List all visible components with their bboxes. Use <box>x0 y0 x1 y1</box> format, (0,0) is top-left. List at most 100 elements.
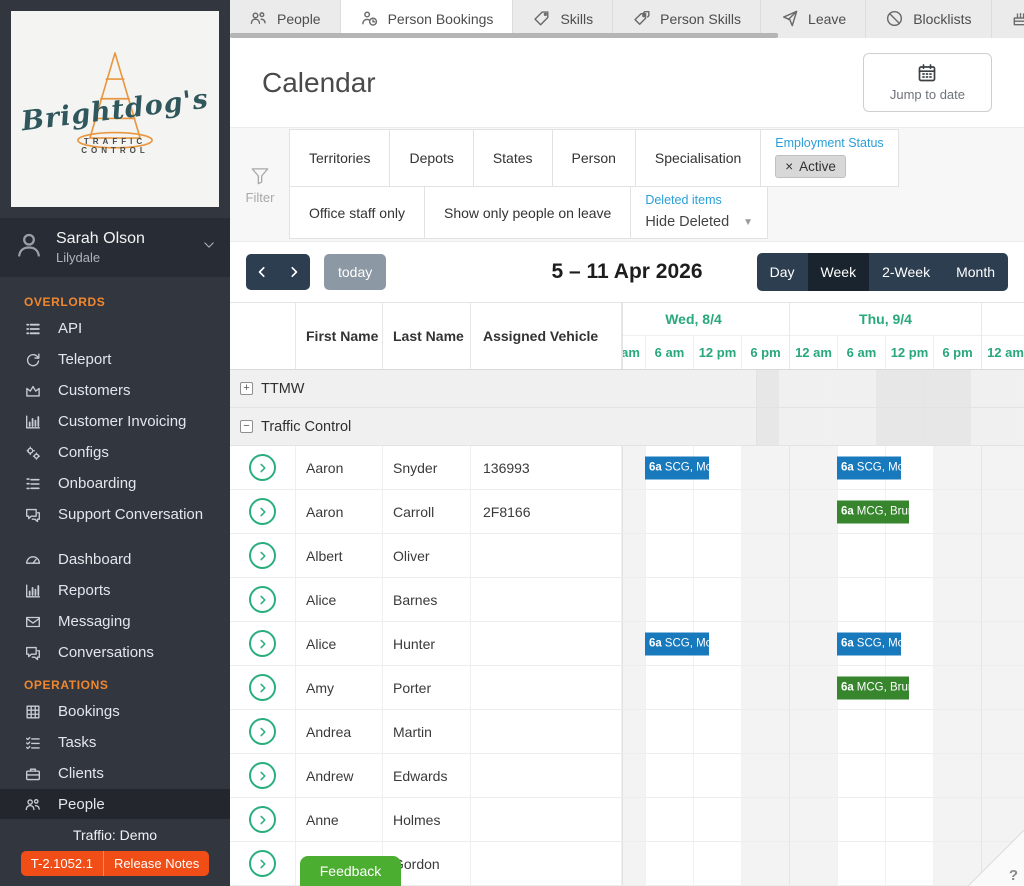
calendar-cell[interactable] <box>756 408 779 445</box>
calendar-cell[interactable] <box>1019 408 1024 445</box>
calendar-cell[interactable] <box>645 710 693 753</box>
calendar-cell[interactable] <box>885 534 933 577</box>
expand-person-button[interactable] <box>249 718 276 745</box>
filter-button-depots[interactable]: Depots <box>389 129 473 187</box>
group-row-traffic-control[interactable]: −Traffic Control <box>230 408 1024 446</box>
calendar-cell[interactable] <box>622 622 645 665</box>
calendar-cell[interactable] <box>933 754 981 797</box>
expand-person-button[interactable] <box>249 850 276 877</box>
calendar-cell[interactable] <box>981 534 1024 577</box>
view-button-2-week[interactable]: 2-Week <box>869 253 943 291</box>
calendar-cell[interactable] <box>693 798 741 841</box>
user-menu[interactable]: Sarah Olson Lilydale <box>0 218 230 277</box>
calendar-cell[interactable] <box>837 798 885 841</box>
jump-to-date-button[interactable]: Jump to date <box>863 53 992 112</box>
calendar-cell[interactable] <box>645 842 693 885</box>
calendar-cell[interactable] <box>837 710 885 753</box>
sidebar-item-onboarding[interactable]: Onboarding <box>0 468 230 499</box>
view-button-day[interactable]: Day <box>757 253 808 291</box>
booking-chip[interactable]: 6aSCG, Moore <box>837 632 901 655</box>
calendar-cell[interactable] <box>693 666 741 709</box>
calendar-cell[interactable] <box>933 490 981 533</box>
expand-person-button[interactable] <box>249 498 276 525</box>
calendar-cell[interactable] <box>885 754 933 797</box>
calendar-cell[interactable] <box>741 622 789 665</box>
calendar-cell[interactable] <box>981 490 1024 533</box>
sidebar-item-tasks[interactable]: Tasks <box>0 727 230 758</box>
calendar-cell[interactable] <box>693 490 741 533</box>
tab-birthdays[interactable]: Birthdays <box>992 0 1024 38</box>
calendar-cell[interactable] <box>741 842 789 885</box>
prev-week-button[interactable] <box>246 254 278 290</box>
company-logo[interactable]: Brightdog's TRAFFIC CONTROL <box>11 11 219 207</box>
calendar-cell[interactable] <box>741 798 789 841</box>
calendar-cell[interactable] <box>837 842 885 885</box>
calendar-cell[interactable] <box>741 666 789 709</box>
calendar-cell[interactable] <box>923 408 971 445</box>
calendar-cell[interactable] <box>693 842 741 885</box>
calendar-cell[interactable] <box>622 842 645 885</box>
employment-status-filter[interactable]: Employment Status × Active <box>760 129 898 187</box>
deleted-items-filter[interactable]: Deleted items Hide Deleted ▼ <box>630 186 768 239</box>
calendar-cell[interactable] <box>622 446 645 489</box>
filter-button-person[interactable]: Person <box>552 129 636 187</box>
expand-person-button[interactable] <box>249 674 276 701</box>
expand-person-button[interactable] <box>249 454 276 481</box>
calendar-cell[interactable] <box>779 370 827 407</box>
booking-chip[interactable]: 6aMCG, Brunton <box>837 500 909 523</box>
calendar-cell[interactable] <box>827 370 875 407</box>
calendar-cell[interactable] <box>933 622 981 665</box>
calendar-cell[interactable] <box>622 534 645 577</box>
tab-blocklists[interactable]: Blocklists <box>866 0 991 38</box>
booking-chip[interactable]: 6aMCG, Brunton <box>837 676 909 699</box>
calendar-cell[interactable] <box>789 534 837 577</box>
calendar-cell[interactable] <box>622 798 645 841</box>
calendar-cell[interactable] <box>885 842 933 885</box>
calendar-cell[interactable] <box>981 666 1024 709</box>
calendar-cell[interactable] <box>693 534 741 577</box>
sidebar-item-conversations[interactable]: Conversations <box>0 637 230 668</box>
calendar-cell[interactable] <box>933 534 981 577</box>
calendar-cell[interactable] <box>622 666 645 709</box>
calendar-cell[interactable] <box>837 754 885 797</box>
calendar-cell[interactable] <box>885 578 933 621</box>
expand-toggle-icon[interactable]: + <box>240 382 253 395</box>
calendar-cell[interactable] <box>789 842 837 885</box>
calendar-cell[interactable] <box>622 578 645 621</box>
calendar-cell[interactable] <box>933 710 981 753</box>
calendar-cell[interactable] <box>981 446 1024 489</box>
calendar-cell[interactable] <box>741 534 789 577</box>
expand-person-button[interactable] <box>249 542 276 569</box>
calendar-cell[interactable] <box>933 798 981 841</box>
calendar-cell[interactable] <box>789 622 837 665</box>
calendar-cell[interactable] <box>885 798 933 841</box>
calendar-cell[interactable] <box>971 408 1019 445</box>
expand-person-button[interactable] <box>249 630 276 657</box>
expand-person-button[interactable] <box>249 762 276 789</box>
calendar-cell[interactable] <box>837 578 885 621</box>
calendar-cell[interactable] <box>789 490 837 533</box>
filter-button-office-staff-only[interactable]: Office staff only <box>289 186 425 239</box>
filter-button-states[interactable]: States <box>473 129 553 187</box>
calendar-cell[interactable] <box>622 490 645 533</box>
today-button[interactable]: today <box>324 254 386 290</box>
calendar-cell[interactable] <box>827 408 875 445</box>
calendar-cell[interactable] <box>741 446 789 489</box>
booking-chip[interactable]: 6aSCG, Moore <box>645 632 709 655</box>
employment-status-chip[interactable]: × Active <box>775 155 846 178</box>
calendar-cell[interactable] <box>981 710 1024 753</box>
calendar-cell[interactable] <box>885 710 933 753</box>
expand-toggle-icon[interactable]: − <box>240 420 253 433</box>
release-notes-button[interactable]: T-2.1052.1 Release Notes <box>21 851 209 876</box>
sidebar-item-support-conversation[interactable]: Support Conversation <box>0 499 230 530</box>
expand-person-button[interactable] <box>249 586 276 613</box>
deleted-items-select[interactable]: Hide Deleted ▼ <box>645 212 753 230</box>
sidebar-item-clients[interactable]: Clients <box>0 758 230 789</box>
view-button-week[interactable]: Week <box>808 253 870 291</box>
booking-chip[interactable]: 6aSCG, Moore <box>645 456 709 479</box>
calendar-cell[interactable] <box>741 710 789 753</box>
calendar-cell[interactable] <box>981 578 1024 621</box>
calendar-cell[interactable] <box>981 622 1024 665</box>
chip-remove-icon[interactable]: × <box>785 159 793 174</box>
next-week-button[interactable] <box>278 254 310 290</box>
